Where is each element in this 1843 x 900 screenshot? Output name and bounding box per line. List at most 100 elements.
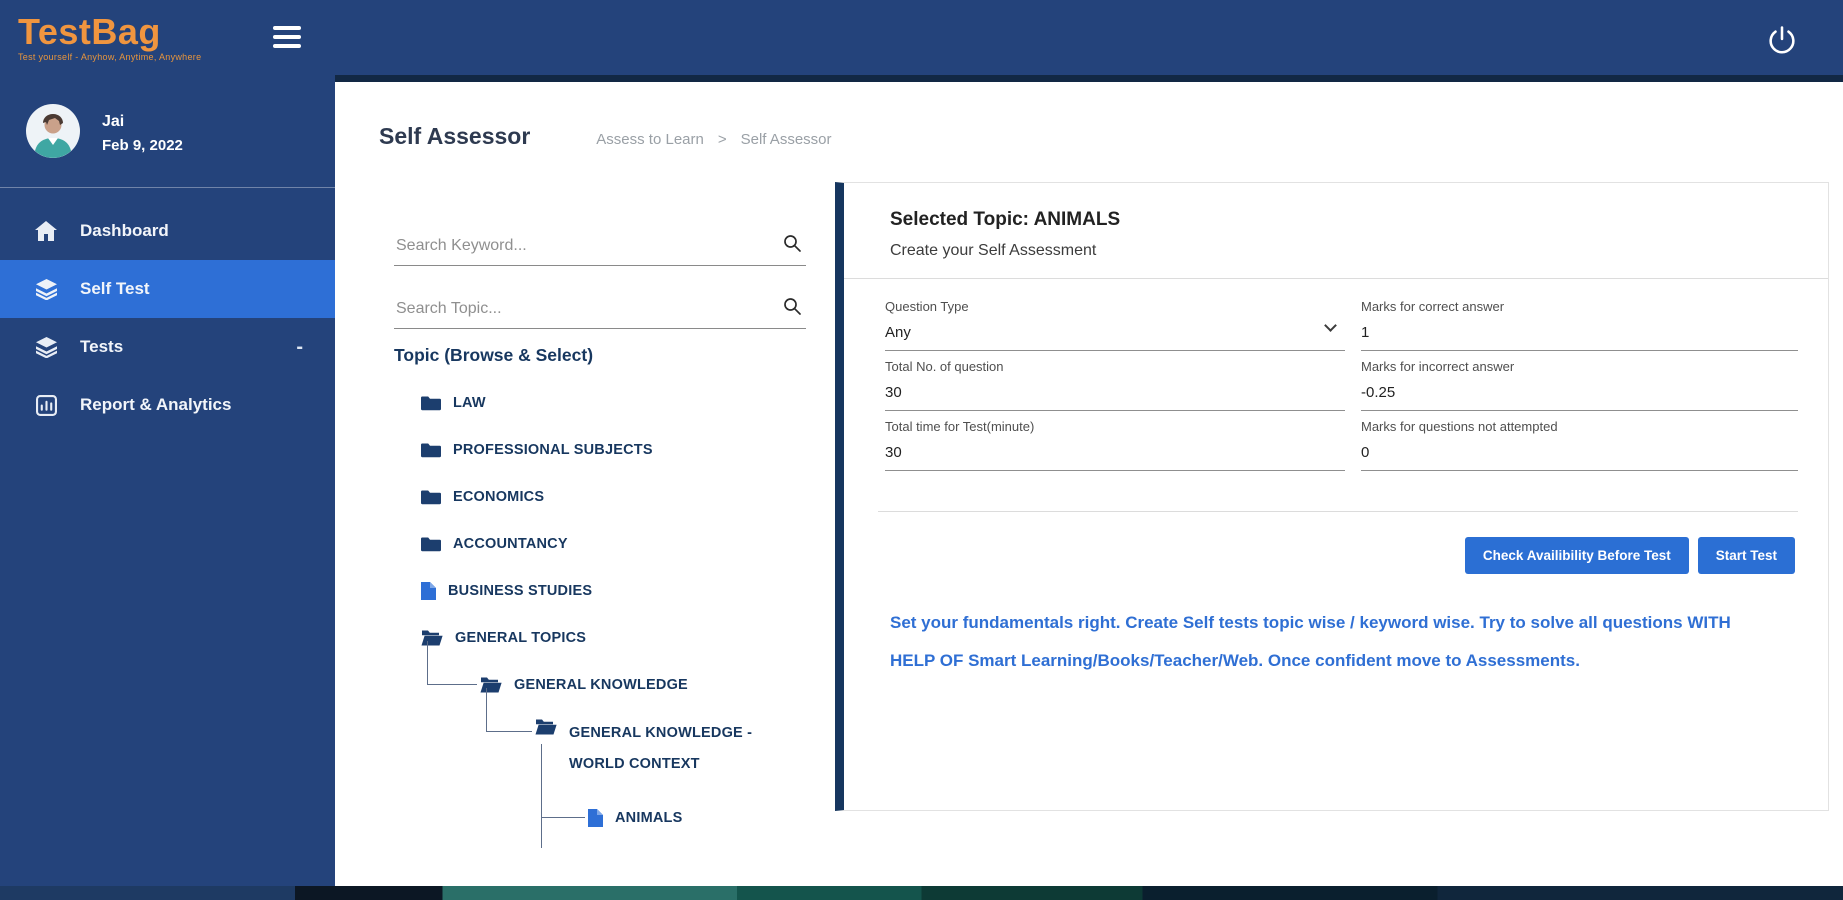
collapse-indicator[interactable]: - [296,336,303,359]
tree-item-label: ECONOMICS [453,488,545,505]
sidebar-item-self-test[interactable]: Self Test [0,260,335,318]
tree-item-professional-subjects[interactable]: PROFESSIONAL SUBJECTS [394,426,806,473]
file-icon [421,581,436,600]
field-value: 30 [885,384,902,401]
logo-block: TestBag Test yourself - Anyhow, Anytime,… [0,0,335,82]
check-availability-button[interactable]: Check Availibility Before Test [1464,537,1689,574]
topic-tree: LAW PROFESSIONAL SUBJECTS ECONOMICS ACCO… [394,379,806,861]
sidebar: TestBag Test yourself - Anyhow, Anytime,… [0,0,335,886]
card-head: Selected Topic: ANIMALS Create your Self… [844,183,1828,260]
field-label: Total time for Test(minute) [885,419,1035,434]
field-value: -0.25 [1361,384,1396,401]
power-icon[interactable] [1765,24,1799,58]
tree-item-animals[interactable]: ANIMALS [394,744,806,848]
question-type-select[interactable]: Question Type Any [885,299,1345,351]
search-topic-input[interactable] [394,292,806,329]
tree-item-label: ANIMALS [615,809,683,826]
tree-item-label: LAW [453,394,486,411]
breadcrumb-parent[interactable]: Assess to Learn [596,131,704,148]
card-divider [844,278,1828,279]
search-icon[interactable] [782,233,802,258]
tree-item-general-knowledge-world-context[interactable]: GENERAL KNOWLEDGE - WORLD CONTEXT [394,688,806,794]
card-divider [878,511,1798,512]
breadcrumb-separator: > [717,131,727,148]
user-name: Jai [102,113,125,130]
card-subtitle: Create your Self Assessment [890,242,1097,259]
search-icon[interactable] [782,296,802,321]
hamburger-menu-icon[interactable] [273,26,301,48]
field-value: 0 [1361,444,1370,461]
folder-icon [421,488,441,505]
sidebar-item-label: Report & Analytics [80,395,232,414]
folder-icon [421,535,441,552]
bottom-edge-strip [0,886,1843,900]
tree-item-accountancy[interactable]: ACCOUNTANCY [394,520,806,567]
topic-browser-panel: Topic (Browse & Select) LAW PROFESSIONAL… [394,229,806,861]
self-assessment-card: Selected Topic: ANIMALS Create your Self… [835,182,1829,811]
bar-chart-icon [34,394,58,416]
breadcrumb-current: Self Assessor [740,131,832,148]
file-icon [588,808,603,827]
sidebar-item-label: Tests [80,337,124,356]
field-label: Marks for questions not attempted [1361,419,1558,434]
folder-icon [421,441,441,458]
logo-tagline: Test yourself - Anyhow, Anytime, Anywher… [18,52,202,62]
sidebar-nav: Dashboard Self Test Tests - Report & Ana… [0,202,335,434]
field-value: 1 [1361,324,1370,341]
field-label: Marks for incorrect answer [1361,359,1515,374]
tree-connector [427,641,477,685]
tree-item-label: BUSINESS STUDIES [448,582,593,599]
user-block: Jai Feb 9, 2022 [0,82,335,187]
sidebar-item-tests[interactable]: Tests - [0,318,335,376]
tree-item-label: ACCOUNTANCY [453,535,568,552]
start-test-button[interactable]: Start Test [1697,537,1795,574]
tree-item-law[interactable]: LAW [394,379,806,426]
main-content: Self Assessor Assess to Learn > Self Ass… [335,89,1843,886]
marks-incorrect-input[interactable]: Marks for incorrect answer -0.25 [1361,359,1798,411]
selected-topic-title: Selected Topic: ANIMALS [890,209,1121,230]
user-avatar [26,104,80,163]
app-window: TestBag Test yourself - Anyhow, Anytime,… [0,0,1843,900]
sidebar-item-dashboard[interactable]: Dashboard [0,202,335,260]
tree-heading: Topic (Browse & Select) [394,345,594,365]
layers-icon [34,278,58,300]
search-keyword-input[interactable] [394,229,806,266]
field-value: Any [885,324,911,341]
sidebar-item-label: Dashboard [80,221,169,240]
home-icon [34,221,58,241]
user-date: Feb 9, 2022 [102,137,183,154]
tree-item-economics[interactable]: ECONOMICS [394,473,806,520]
title-row: Self Assessor Assess to Learn > Self Ass… [379,123,832,150]
field-value: 30 [885,444,902,461]
tree-item-label: GENERAL KNOWLEDGE - WORLD CONTEXT [569,725,753,772]
search-keyword-wrap [394,229,806,266]
tree-connector [541,744,585,818]
tree-item-business-studies[interactable]: BUSINESS STUDIES [394,567,806,614]
folder-icon [421,394,441,411]
folder-open-icon [535,718,557,735]
tree-item-label: GENERAL KNOWLEDGE [514,676,688,693]
total-time-input[interactable]: Total time for Test(minute) 30 [885,419,1345,471]
marks-correct-input[interactable]: Marks for correct answer 1 [1361,299,1798,351]
total-questions-input[interactable]: Total No. of question 30 [885,359,1345,411]
sidebar-divider [0,187,335,188]
breadcrumb: Assess to Learn > Self Assessor [596,131,831,148]
instruction-note: Set your fundamentals right. Create Self… [890,613,1731,670]
field-label: Question Type [885,299,969,314]
field-label: Marks for correct answer [1361,299,1505,314]
tree-connector [486,688,532,732]
user-meta: Jai Feb 9, 2022 [102,113,183,154]
tree-item-label: PROFESSIONAL SUBJECTS [453,441,653,458]
button-row: Check Availibility Before Test Start Tes… [844,537,1828,574]
sidebar-item-label: Self Test [80,279,150,298]
marks-not-attempted-input[interactable]: Marks for questions not attempted 0 [1361,419,1798,471]
field-label: Total No. of question [885,359,1004,374]
top-header [335,0,1843,82]
tree-connector [541,818,542,848]
page-title: Self Assessor [379,123,531,149]
assessment-form: Question Type Any Marks for correct answ… [885,299,1798,479]
layers-icon [34,336,58,358]
tree-item-general-knowledge[interactable]: GENERAL KNOWLEDGE [394,641,806,708]
sidebar-item-report-analytics[interactable]: Report & Analytics [0,376,335,434]
search-topic-wrap [394,292,806,329]
